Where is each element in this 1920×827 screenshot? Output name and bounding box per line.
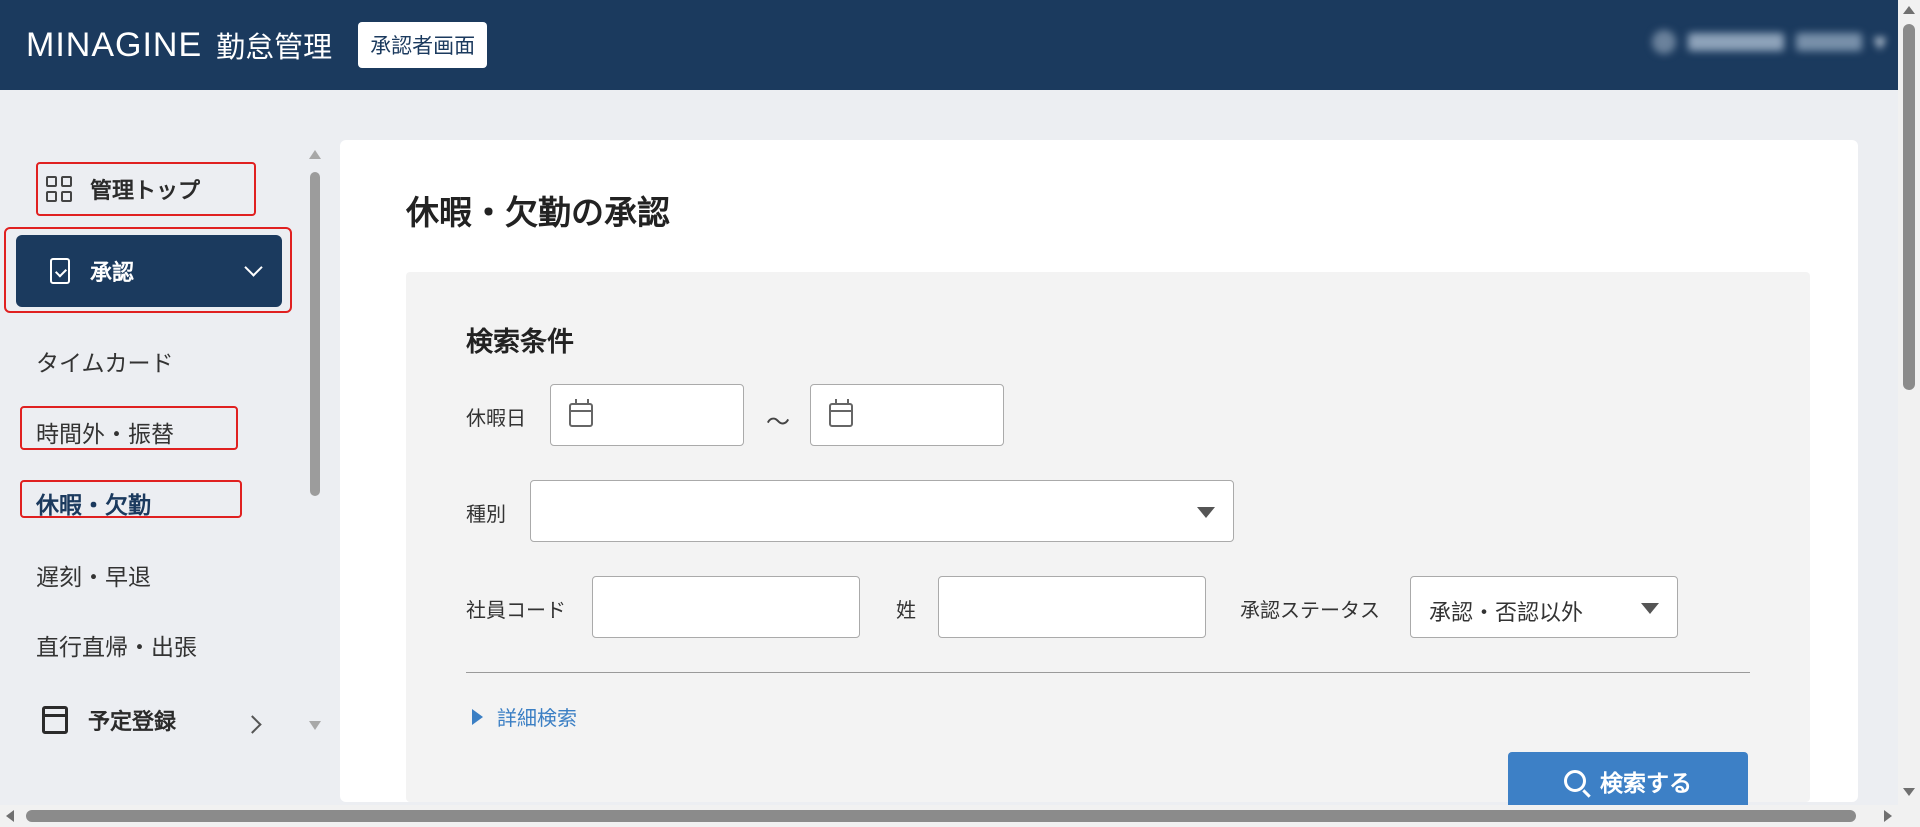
scroll-right-arrow-icon[interactable]: [1884, 810, 1892, 822]
scroll-down-arrow-icon[interactable]: [1903, 788, 1915, 796]
detail-search-label: 詳細検索: [497, 706, 577, 730]
scrollbar-thumb[interactable]: [1903, 24, 1915, 390]
sidebar-subitem-direct[interactable]: 直行直帰・出張: [36, 628, 197, 662]
search-title: 検索条件: [466, 327, 574, 358]
chevron-down-icon: [244, 258, 263, 277]
leave-date-from-input[interactable]: [550, 384, 744, 446]
scroll-up-arrow-icon[interactable]: [1903, 6, 1915, 14]
triangle-right-icon: [472, 708, 483, 725]
scroll-down-arrow-icon[interactable]: [309, 721, 321, 730]
status-select-value: 承認・否認以外: [1429, 601, 1584, 626]
sidebar-item-approve[interactable]: 承認: [16, 235, 282, 307]
mode-badge[interactable]: 承認者画面: [358, 22, 488, 68]
sidebar-item-admin-top[interactable]: 管理トップ: [36, 162, 256, 216]
sidebar-item-schedule[interactable]: 予定登録: [42, 704, 176, 736]
user-name-blurred: [1687, 33, 1784, 51]
sidebar-item-label: 管理トップ: [90, 179, 201, 204]
sidebar-item-approve-highlight: 承認: [4, 227, 292, 313]
page-horizontal-scrollbar[interactable]: [0, 805, 1898, 827]
sidebar-item-label: 予定登録: [88, 710, 177, 735]
sidebar-scrollbar[interactable]: [308, 150, 322, 730]
employee-code-input[interactable]: [592, 576, 860, 638]
app-name: 勤怠管理: [216, 30, 333, 64]
employee-code-label: 社員コード: [466, 598, 566, 622]
user-menu[interactable]: ▼: [1651, 30, 1886, 54]
scroll-up-arrow-icon[interactable]: [309, 150, 321, 159]
leave-date-to-input[interactable]: [810, 384, 1004, 446]
grid-icon: [46, 176, 72, 202]
main-content: 休暇・欠勤の承認 検索条件 休暇日 ～ 種別 社員コード 姓 承認ステータス 承…: [340, 140, 1858, 810]
document-check-icon: [50, 258, 70, 284]
calendar-icon: [42, 706, 68, 734]
scrollbar-thumb[interactable]: [26, 810, 1856, 822]
range-separator: ～: [766, 408, 790, 436]
app-header: MINAGINE 勤怠管理 承認者画面 ▼: [0, 0, 1898, 90]
sidebar-subitem-leave[interactable]: 休暇・欠勤: [36, 486, 151, 520]
page-title: 休暇・欠勤の承認: [406, 193, 670, 232]
sidebar-subitem-late[interactable]: 遅刻・早退: [36, 558, 151, 592]
caret-down-icon: ▼: [1873, 32, 1886, 52]
caret-down-icon: [1197, 507, 1215, 518]
sidebar: 管理トップ 承認 タイムカード 時間外・振替 休暇・欠勤 遅刻・早退 直行直帰・…: [0, 90, 340, 802]
scroll-left-arrow-icon[interactable]: [6, 810, 14, 822]
detail-search-link[interactable]: 詳細検索: [472, 702, 577, 731]
sidebar-subitem-timecard[interactable]: タイムカード: [36, 344, 174, 378]
type-select[interactable]: [530, 480, 1234, 542]
scrollbar-corner: [1898, 802, 1920, 827]
search-icon: [1564, 770, 1586, 792]
scrollbar-thumb[interactable]: [310, 172, 320, 496]
search-button[interactable]: 検索する: [1508, 752, 1748, 810]
sidebar-item-label: 承認: [90, 261, 135, 286]
user-company-blurred: [1795, 33, 1862, 51]
status-select[interactable]: 承認・否認以外: [1410, 576, 1678, 638]
calendar-icon[interactable]: [829, 399, 853, 427]
type-label: 種別: [466, 502, 506, 526]
caret-down-icon: [1641, 603, 1659, 614]
surname-label: 姓: [896, 598, 916, 622]
calendar-icon[interactable]: [569, 399, 593, 427]
divider: [466, 672, 1750, 673]
minagine-logo[interactable]: MINAGINE: [26, 26, 202, 65]
search-button-label: 検索する: [1600, 771, 1692, 797]
surname-input[interactable]: [938, 576, 1206, 638]
user-avatar-icon: [1651, 30, 1676, 54]
page-vertical-scrollbar[interactable]: [1898, 0, 1920, 802]
leave-date-label: 休暇日: [466, 406, 526, 430]
sidebar-subitem-overtime[interactable]: 時間外・振替: [36, 415, 174, 449]
search-panel: 検索条件 休暇日 ～ 種別 社員コード 姓 承認ステータス 承認・否認以外 詳細…: [406, 272, 1810, 810]
chevron-right-icon: [243, 715, 262, 734]
status-label: 承認ステータス: [1240, 598, 1380, 622]
